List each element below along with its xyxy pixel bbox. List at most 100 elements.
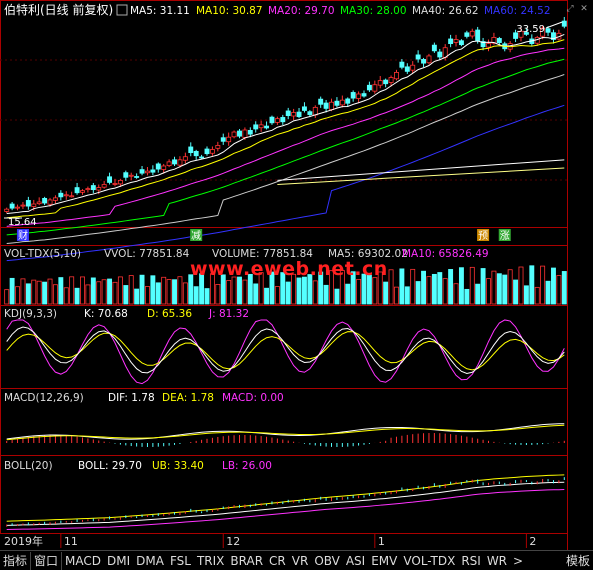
- volume-bar: [442, 278, 448, 305]
- xaxis-label: 2019年: [4, 534, 43, 548]
- volume-bar: [58, 277, 64, 305]
- candle-body: [274, 118, 280, 123]
- volume-bar: [475, 283, 481, 305]
- candle-body: [426, 55, 432, 64]
- volume-bar: [107, 278, 113, 305]
- macd-label: DIF: 1.78: [108, 392, 155, 404]
- xaxis-label: 1: [378, 535, 385, 548]
- volume-bar: [226, 280, 232, 305]
- volume-bar: [215, 284, 221, 305]
- candle-body: [144, 170, 150, 174]
- candle-body: [496, 38, 502, 43]
- candle-body: [172, 159, 177, 165]
- candle-body: [345, 98, 351, 104]
- volume-bar: [253, 283, 259, 305]
- close-icon[interactable]: ✕: [579, 4, 589, 14]
- candle-body: [415, 54, 421, 60]
- candle-body: [63, 194, 69, 197]
- tab-dma[interactable]: DMA: [133, 552, 167, 570]
- candle-body: [188, 146, 194, 154]
- volume-bar: [334, 288, 340, 305]
- tab-模板[interactable]: 模板: [563, 552, 593, 570]
- candle-body: [339, 99, 345, 106]
- tab-trix[interactable]: TRIX: [194, 552, 227, 570]
- candle-body: [161, 165, 167, 170]
- volume-bar: [69, 276, 75, 305]
- expand-icon[interactable]: ⤢: [565, 4, 575, 14]
- volume-bar: [15, 286, 20, 305]
- ma-label: MA5: 31.11: [130, 5, 190, 17]
- tab-brar[interactable]: BRAR: [227, 552, 266, 570]
- candle-body: [329, 101, 334, 111]
- candle-body: [139, 169, 145, 174]
- volume-bar: [415, 281, 421, 305]
- candle-body: [323, 102, 329, 109]
- tab-fsl[interactable]: FSL: [167, 552, 194, 570]
- volume-bar: [42, 281, 48, 305]
- candle-body: [209, 149, 215, 154]
- candle-body: [486, 43, 491, 48]
- tab-wr[interactable]: WR: [484, 552, 510, 570]
- boll-upper-line: [6, 474, 565, 522]
- kdj-label: K: 70.68: [84, 308, 128, 320]
- tab-obv[interactable]: OBV: [311, 552, 343, 570]
- volume-bar: [4, 289, 10, 305]
- volume-bar: [117, 276, 123, 305]
- volume-bar: [453, 283, 459, 305]
- volume-bar: [431, 273, 437, 305]
- candle-body: [469, 30, 475, 37]
- volume-bar: [80, 276, 85, 305]
- tab--[interactable]: >: [510, 552, 526, 570]
- volume-bar: [150, 275, 156, 305]
- tab-vol-tdx[interactable]: VOL-TDX: [400, 552, 458, 570]
- volume-bar: [85, 284, 91, 305]
- volume-bar: [540, 265, 546, 305]
- tab-cr[interactable]: CR: [266, 552, 289, 570]
- watermark-text: www.eweb.net.cn: [190, 258, 388, 280]
- candle-body: [404, 66, 410, 72]
- volume-bar: [491, 270, 497, 305]
- volume-bar: [36, 280, 42, 305]
- tab-指标[interactable]: 指标: [0, 551, 32, 570]
- candle-body: [15, 206, 20, 209]
- volume-bar: [388, 269, 394, 305]
- volume-bar: [74, 287, 80, 305]
- volume-bar: [9, 277, 15, 305]
- candle-body: [128, 174, 134, 177]
- candle-body: [20, 204, 26, 207]
- volume-bar: [31, 279, 37, 305]
- candle-body: [453, 39, 459, 43]
- volume-bar: [518, 266, 524, 305]
- indicator-tab-bar: 指标 窗口 MACD DMI DMA FSL TRIX BRAR CR VR OBV ASI EMV VO…: [0, 550, 593, 570]
- candle-body: [464, 32, 470, 37]
- tab-macd[interactable]: MACD: [62, 552, 104, 570]
- volume-bar: [274, 286, 280, 305]
- candle-body: [199, 156, 205, 159]
- tab-rsi[interactable]: RSI: [458, 552, 484, 570]
- ma-label: MA20: 29.70: [268, 5, 335, 17]
- tab-窗口[interactable]: 窗口: [31, 551, 63, 570]
- volume-bar: [296, 277, 302, 305]
- volume-bar: [410, 268, 416, 305]
- tab-dmi[interactable]: DMI: [104, 552, 133, 570]
- ma40-line: [6, 74, 565, 244]
- candle-body: [458, 40, 464, 46]
- tab-asi[interactable]: ASI: [343, 552, 368, 570]
- candle-body: [285, 110, 291, 116]
- ma5-line: [6, 34, 565, 214]
- candle-body: [296, 111, 302, 118]
- boll-mid-line: [6, 481, 565, 526]
- volume-bar: [529, 265, 535, 305]
- volume-bar: [496, 273, 502, 305]
- volume-bar: [25, 283, 31, 305]
- ma-toggle-icon[interactable]: [116, 4, 128, 16]
- volume-bar: [523, 285, 529, 305]
- kdj-label: D: 65.36: [147, 308, 192, 320]
- candle-body: [96, 187, 102, 191]
- tab-vr[interactable]: VR: [289, 552, 312, 570]
- candle-body: [410, 64, 416, 71]
- tab-emv[interactable]: EMV: [368, 552, 400, 570]
- ma30-line: [6, 58, 565, 236]
- candle-body: [107, 176, 113, 183]
- candle-body: [253, 124, 259, 130]
